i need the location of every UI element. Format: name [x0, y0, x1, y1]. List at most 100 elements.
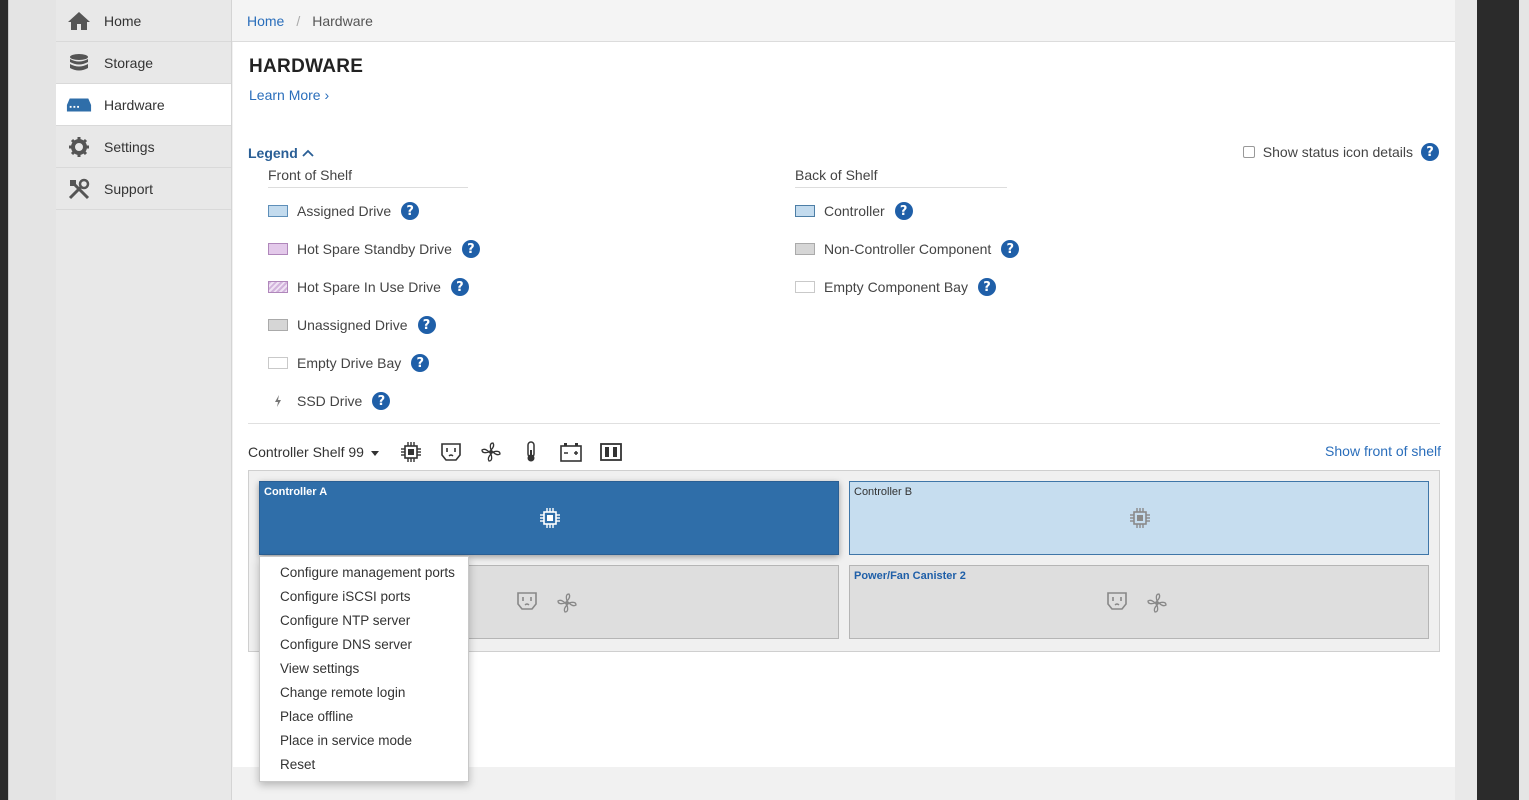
help-icon[interactable]: ?	[417, 316, 436, 334]
status-icon-details-toggle: Show status icon details ?	[1242, 143, 1439, 161]
fan-icon[interactable]	[479, 440, 503, 464]
sidebar-item-label: Home	[104, 12, 142, 29]
window-frame-right-gutter	[1455, 0, 1477, 800]
power-outlet-icon	[517, 592, 537, 610]
sidebar-item-settings[interactable]: Settings	[56, 126, 231, 168]
help-icon[interactable]: ?	[461, 240, 480, 258]
controller-b[interactable]: Controller B	[849, 481, 1429, 555]
menu-item-configure-ntp-server[interactable]: Configure NTP server	[260, 609, 468, 633]
help-icon[interactable]: ?	[401, 202, 420, 220]
legend-divider	[248, 423, 1440, 424]
gear-icon	[66, 136, 92, 158]
menu-item-configure-iscsi-ports[interactable]: Configure iSCSI ports	[260, 585, 468, 609]
assigned-drive-swatch	[268, 205, 288, 217]
breadcrumb-home-link[interactable]: Home	[247, 13, 284, 29]
legend-toggle[interactable]: Legend	[248, 145, 314, 161]
menu-item-place-offline[interactable]: Place offline	[260, 705, 468, 729]
legend-item-label: Empty Drive Bay	[297, 355, 402, 371]
sidebar-nav: Home Storage Hardware Settings Support	[56, 0, 232, 800]
sidebar-item-hardware[interactable]: Hardware	[56, 84, 231, 126]
legend-item-label: Non-Controller Component	[824, 241, 992, 257]
fan-icon	[557, 593, 577, 613]
legend-item-label: Hot Spare In Use Drive	[297, 279, 441, 295]
menu-item-reset[interactable]: Reset	[260, 753, 468, 777]
breadcrumb-current: Hardware	[312, 12, 373, 29]
legend-back-header: Back of Shelf	[795, 167, 1007, 188]
window-frame-left	[0, 0, 8, 800]
help-icon[interactable]: ?	[372, 392, 391, 410]
legend-item-ssd-drive: SSD Drive ?	[268, 382, 480, 420]
status-icon-details-label: Show status icon details	[1262, 144, 1413, 160]
help-icon[interactable]: ?	[977, 278, 996, 296]
breadcrumb: Home / Hardware	[232, 0, 1455, 42]
menu-item-view-settings[interactable]: View settings	[260, 657, 468, 681]
legend-item-empty-component-bay: Empty Component Bay ?	[795, 268, 1019, 306]
legend-item-hot-spare-in-use: Hot Spare In Use Drive ?	[268, 268, 480, 306]
breadcrumb-separator: /	[296, 12, 301, 29]
controller-a[interactable]: Controller A	[259, 481, 839, 555]
chip-icon[interactable]	[399, 440, 423, 464]
legend-front-header: Front of Shelf	[268, 167, 468, 188]
controller-swatch	[795, 205, 815, 217]
power-fan-icons	[516, 592, 578, 614]
power-fan-canister-2[interactable]: Power/Fan Canister 2	[849, 565, 1429, 639]
legend-back-of-shelf: Back of Shelf Controller ? Non-Controlle…	[795, 167, 1020, 306]
tools-icon	[66, 178, 92, 200]
caret-down-icon	[370, 450, 379, 456]
empty-component-bay-swatch	[795, 281, 815, 293]
help-icon[interactable]: ?	[1421, 143, 1439, 161]
shelf-selector-label: Controller Shelf 99	[248, 444, 364, 460]
window-frame-gutter	[8, 0, 56, 800]
sidebar-item-home[interactable]: Home	[56, 0, 231, 42]
show-front-of-shelf-link[interactable]: Show front of shelf	[1325, 443, 1441, 459]
database-icon	[66, 52, 92, 74]
legend-item-label: Hot Spare Standby Drive	[297, 241, 452, 257]
page-title: HARDWARE	[249, 56, 364, 77]
window-frame-right-edge	[1519, 0, 1529, 800]
power-outlet-icon[interactable]	[439, 440, 463, 464]
chip-icon	[538, 506, 562, 530]
sidebar-item-support[interactable]: Support	[56, 168, 231, 210]
help-icon[interactable]: ?	[411, 354, 430, 372]
legend-item-label: Controller	[824, 203, 885, 219]
legend-item-label: Empty Component Bay	[824, 279, 968, 295]
legend-item-empty-drive-bay: Empty Drive Bay ?	[268, 344, 480, 382]
legend-item-hot-spare-standby: Hot Spare Standby Drive ?	[268, 230, 480, 268]
chip-icon	[1128, 506, 1152, 530]
legend-item-label: Assigned Drive	[297, 203, 392, 219]
sidebar-item-label: Settings	[104, 138, 155, 155]
shelf-toolbar: Controller Shelf 99	[248, 440, 623, 464]
home-icon	[66, 10, 92, 32]
menu-item-change-remote-login[interactable]: Change remote login	[260, 681, 468, 705]
thermometer-icon[interactable]	[519, 440, 543, 464]
menu-item-configure-dns-server[interactable]: Configure DNS server	[260, 633, 468, 657]
battery-icon[interactable]	[559, 440, 583, 464]
legend-item-label: SSD Drive	[297, 393, 363, 409]
legend-item-unassigned-drive: Unassigned Drive ?	[268, 306, 480, 344]
legend-front-of-shelf: Front of Shelf Assigned Drive ? Hot Spar…	[268, 167, 480, 420]
power-fan-canister-2-label: Power/Fan Canister 2	[854, 570, 966, 582]
status-icon-details-checkbox[interactable]	[1242, 146, 1255, 158]
shelf-selector-dropdown[interactable]: Controller Shelf 99	[248, 444, 379, 460]
hot-spare-standby-swatch	[268, 243, 288, 255]
help-icon[interactable]: ?	[1001, 240, 1020, 258]
help-icon[interactable]: ?	[894, 202, 913, 220]
legend-item-controller: Controller ?	[795, 192, 1019, 230]
sidebar-item-label: Hardware	[104, 96, 165, 113]
legend-item-non-controller: Non-Controller Component ?	[795, 230, 1020, 268]
menu-item-place-in-service-mode[interactable]: Place in service mode	[260, 729, 468, 753]
menu-item-configure-management-ports[interactable]: Configure management ports	[260, 561, 468, 585]
unassigned-drive-swatch	[268, 319, 288, 331]
legend-item-assigned-drive: Assigned Drive ?	[268, 192, 480, 230]
learn-more-link[interactable]: Learn More ›	[249, 87, 329, 103]
hardware-icon	[66, 94, 92, 116]
help-icon[interactable]: ?	[450, 278, 469, 296]
sidebar-item-label: Storage	[104, 54, 154, 71]
power-fan-icons	[1106, 592, 1168, 614]
power-outlet-icon	[1107, 592, 1127, 610]
sidebar-item-label: Support	[104, 180, 154, 197]
hot-spare-in-use-swatch	[268, 281, 288, 293]
legend-item-label: Unassigned Drive	[297, 317, 408, 333]
sidebar-item-storage[interactable]: Storage	[56, 42, 231, 84]
drive-bay-icon[interactable]	[599, 440, 623, 464]
